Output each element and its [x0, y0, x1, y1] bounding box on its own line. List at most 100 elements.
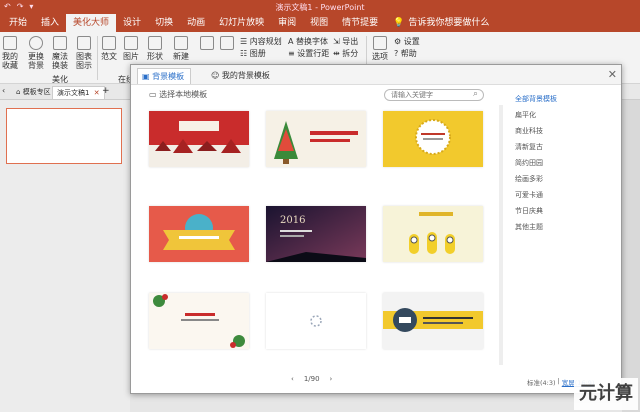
replace-font-button[interactable]: A 替换字体: [288, 36, 328, 47]
ribbon-separator: [97, 36, 98, 80]
next-page-button[interactable]: ›: [330, 375, 333, 383]
doc-tab-presentation1[interactable]: 演示文稿1 ✕: [52, 86, 105, 99]
grid-button[interactable]: [218, 36, 236, 52]
tab-background-templates[interactable]: ▣ 背景模板: [137, 68, 192, 84]
line-spacing-button[interactable]: ≡ 设置行距: [288, 48, 329, 59]
tell-me-box[interactable]: 💡 告诉我你想要做什么: [393, 14, 489, 32]
settings-label: 设置: [403, 37, 420, 46]
tab-transitions[interactable]: 切换: [148, 14, 180, 32]
page-indicator: 1/90: [303, 375, 320, 383]
export-button[interactable]: ⇲ 导出: [333, 36, 358, 47]
tab-meihua[interactable]: 美化大师: [66, 14, 117, 32]
ratio-standard[interactable]: 标准(4:3): [527, 377, 556, 387]
change-background-button[interactable]: 更换 背景: [26, 36, 46, 70]
monitor-icon: ▭: [149, 90, 157, 99]
user-icon: ☺: [211, 71, 220, 80]
template-card[interactable]: [149, 206, 249, 262]
help-label: 帮助: [400, 49, 417, 58]
tab-label: 我的背景模板: [221, 71, 270, 80]
options-icon: [373, 36, 387, 50]
tab-design[interactable]: 设计: [116, 14, 148, 32]
new-button[interactable]: 新建: [172, 36, 190, 61]
category-item[interactable]: 节日庆典: [515, 203, 605, 219]
document-icon: [102, 36, 116, 50]
split-label: 拆分: [342, 49, 359, 58]
category-item[interactable]: 简约田园: [515, 155, 605, 171]
category-item[interactable]: 清新复古: [515, 139, 605, 155]
ribbon-tabs: 开始 插入 美化大师 设计 切换 动画 幻灯片放映 审阅 视图 情节提要 💡 告…: [0, 14, 640, 32]
tab-slideshow[interactable]: 幻灯片放映: [212, 14, 271, 32]
layout-button[interactable]: [198, 36, 216, 52]
category-item[interactable]: 商业科技: [515, 123, 605, 139]
template-card[interactable]: [266, 111, 366, 167]
template-card[interactable]: [383, 206, 483, 262]
minions-thumbnail: [383, 206, 483, 262]
template-card[interactable]: 2016: [266, 206, 366, 262]
slide-thumbnail[interactable]: [6, 108, 122, 164]
category-item[interactable]: 其他主题: [515, 219, 605, 235]
search-input[interactable]: [384, 89, 484, 101]
help-button[interactable]: ? 帮助: [394, 48, 417, 59]
background-template-dialog: ▣ 背景模板 ☺ 我的背景模板 ✕ ▭ 选择本地模板 ⌕: [130, 64, 622, 394]
nav-back-icon[interactable]: ‹: [2, 86, 5, 95]
tab-insert[interactable]: 插入: [34, 14, 66, 32]
template-card-loading[interactable]: [266, 293, 366, 349]
category-item[interactable]: 扁平化: [515, 107, 605, 123]
gallery-button[interactable]: ☷ 图册: [240, 48, 266, 59]
favorites-icon: [3, 36, 17, 50]
pictures-button[interactable]: 图片: [122, 36, 140, 61]
chart-icon: [77, 36, 91, 50]
sample-docs-label: 范文: [101, 52, 117, 61]
tab-review[interactable]: 审阅: [271, 14, 303, 32]
template-card[interactable]: [149, 293, 249, 349]
prev-page-button[interactable]: ‹: [291, 375, 294, 383]
select-local-template[interactable]: ▭ 选择本地模板: [149, 89, 207, 100]
template-card[interactable]: [149, 111, 249, 167]
tell-me-text: 告诉我你想要做什么: [408, 18, 490, 28]
new-label: 新建: [173, 52, 189, 61]
status-strip: [130, 394, 622, 412]
tab-my-background-templates[interactable]: ☺ 我的背景模板: [207, 68, 276, 84]
split-button[interactable]: ⇹ 拆分: [333, 48, 358, 59]
chart-diagram-button[interactable]: 图表 图示: [74, 36, 94, 70]
category-item[interactable]: 绘画多彩: [515, 171, 605, 187]
title-bar: ↶ ↷ ▾ 演示文稿1 - PowerPoint: [0, 0, 640, 14]
add-tab-icon[interactable]: +: [102, 86, 110, 96]
year-text: 2016: [280, 215, 305, 226]
tab-view[interactable]: 视图: [303, 14, 335, 32]
shapes-button[interactable]: 形状: [146, 36, 164, 61]
tab-animations[interactable]: 动画: [180, 14, 212, 32]
magic-wand-icon: [53, 36, 67, 50]
options-button[interactable]: 选项: [370, 36, 390, 61]
tab-storyboard[interactable]: 情节提要: [335, 14, 385, 32]
category-item[interactable]: 全部背景模板: [515, 91, 605, 107]
dialog-header: ▣ 背景模板 ☺ 我的背景模板 ✕: [131, 65, 621, 85]
my-favorites-button[interactable]: 我的 收藏: [1, 36, 19, 70]
sample-docs-button[interactable]: 范文: [100, 36, 118, 61]
category-item[interactable]: 可爱卡通: [515, 187, 605, 203]
holly-floral-thumbnail: [149, 293, 249, 349]
content-plan-button[interactable]: ☰ 内容规划: [240, 36, 282, 47]
loading-spinner-icon: [266, 293, 366, 349]
close-icon[interactable]: ✕: [608, 68, 617, 81]
tab-home[interactable]: 开始: [2, 14, 34, 32]
pictures-label: 图片: [123, 52, 139, 61]
replace-font-label: 替换字体: [296, 37, 329, 46]
options-label: 选项: [372, 52, 388, 61]
magic-restyle-button[interactable]: 魔法 换装: [50, 36, 70, 70]
close-icon[interactable]: ✕: [94, 89, 100, 97]
settings-button[interactable]: ⚙ 设置: [394, 36, 420, 47]
content-plan-label: 内容规划: [249, 37, 282, 46]
window-title: 演示文稿1 - PowerPoint: [275, 3, 365, 12]
search-icon[interactable]: ⌕: [473, 89, 478, 99]
template-card[interactable]: [383, 293, 483, 349]
refresh-icon: [29, 36, 43, 50]
select-local-label: 选择本地模板: [159, 90, 208, 99]
template-card[interactable]: [383, 111, 483, 167]
picture-icon: ▣: [142, 72, 150, 81]
christmas-village-thumbnail: [149, 111, 249, 167]
scrollbar[interactable]: [499, 105, 503, 365]
doc-tab-template-zone[interactable]: ⌂ 模板专区: [12, 86, 55, 99]
watermark: 元计算: [574, 378, 638, 410]
gallery-label: 图册: [249, 49, 266, 58]
